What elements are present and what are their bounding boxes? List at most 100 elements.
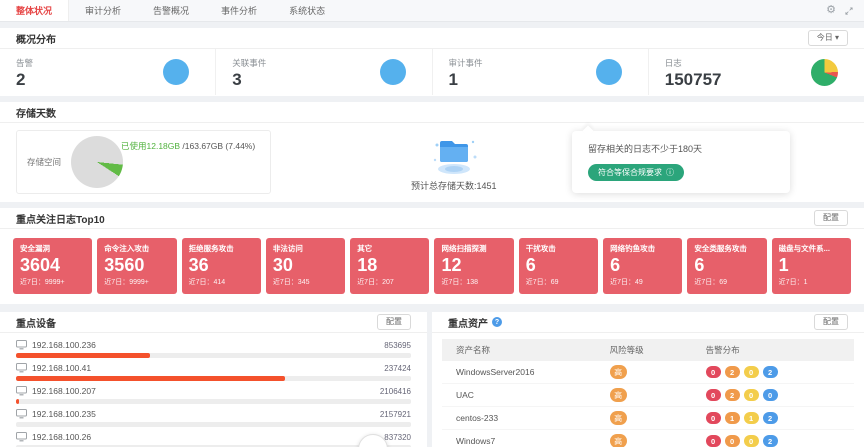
device-row[interactable]: 192.168.100.236 853695 <box>0 335 427 358</box>
top-logs-cards: 安全漏洞 3604 近7日：9999+ 命令注入攻击 3560 近7日：9999… <box>0 229 864 294</box>
badge-high: 2 <box>725 366 740 378</box>
storage-panel: 存储天数 存储空间 已使用12.18GB /163.67GB (7.44%) 预… <box>0 102 864 202</box>
header-risk-level: 风险等级 <box>610 344 706 356</box>
log-card-security-service[interactable]: 安全类服务攻击 6 近7日：69 <box>687 238 766 294</box>
asset-name: centos-233 <box>456 413 610 423</box>
device-count: 2106416 <box>380 387 411 396</box>
overview-title: 概况分布 <box>16 31 56 46</box>
assets-table-header: 资产名称 风险等级 告警分布 <box>442 339 854 361</box>
top-logs-title: 重点关注日志Top10 <box>16 211 105 226</box>
top-logs-config-button[interactable]: 配置 <box>814 210 848 226</box>
badge-medium: 0 <box>744 366 759 378</box>
period-select[interactable]: 今日 ▾ <box>808 30 848 46</box>
badge-medium: 0 <box>744 435 759 447</box>
asset-row[interactable]: Windows7 高 0 0 0 2 <box>442 430 854 447</box>
badge-low: 2 <box>763 412 778 424</box>
computer-icon <box>16 409 27 419</box>
stat-value: 3 <box>232 71 266 88</box>
assets-config-button[interactable]: 配置 <box>814 314 848 330</box>
device-row[interactable]: 192.168.100.207 2106416 <box>0 381 427 404</box>
log-card-disk-file[interactable]: 磁盘与文件系... 1 近7日：1 <box>772 238 851 294</box>
tabbar-icons: ⚙ <box>826 0 864 21</box>
folder-icon <box>428 133 480 177</box>
badge-critical: 0 <box>706 366 721 378</box>
log-card-security-vuln[interactable]: 安全漏洞 3604 近7日：9999+ <box>13 238 92 294</box>
fullscreen-icon[interactable] <box>844 6 854 16</box>
log-card-command-injection[interactable]: 命令注入攻击 3560 近7日：9999+ <box>97 238 176 294</box>
badge-high: 1 <box>725 412 740 424</box>
gear-icon[interactable]: ⚙ <box>826 5 836 16</box>
overview-panel: 概况分布 今日 ▾ 告警 2 关联事件 3 审计事件 1 <box>0 28 864 96</box>
log-card-dos-attack[interactable]: 拒绝服务攻击 36 近7日：414 <box>182 238 261 294</box>
computer-icon <box>16 386 27 396</box>
compliance-label: 符合等保合规要求 <box>598 167 662 178</box>
compliance-note-text: 留存相关的日志不少于180天 <box>588 142 774 155</box>
log-card-network-scan[interactable]: 网络扫描探测 12 近7日：138 <box>434 238 513 294</box>
computer-icon <box>16 363 27 373</box>
badge-medium: 0 <box>744 389 759 401</box>
device-count: 853695 <box>384 341 411 350</box>
device-row[interactable]: 192.168.100.235 2157921 <box>0 404 427 427</box>
badge-critical: 0 <box>706 412 721 424</box>
storage-title: 存储天数 <box>16 105 56 120</box>
tab-system-status[interactable]: 系统状态 <box>273 0 341 21</box>
storage-estimate-days: 预计总存储天数:1451 <box>411 179 497 192</box>
alert-distribution: 0 0 0 2 <box>706 435 840 447</box>
stat-label: 告警 <box>16 57 33 69</box>
stat-alerts[interactable]: 告警 2 <box>0 49 216 95</box>
device-ip: 192.168.100.235 <box>32 409 96 419</box>
log-card-phishing[interactable]: 网络钓鱼攻击 6 近7日：49 <box>603 238 682 294</box>
log-card-illegal-access[interactable]: 非法访问 30 近7日：345 <box>266 238 345 294</box>
top-logs-panel: 重点关注日志Top10 配置 安全漏洞 3604 近7日：9999+ 命令注入攻… <box>0 208 864 304</box>
device-ip: 192.168.100.26 <box>32 432 91 442</box>
asset-row[interactable]: centos-233 高 0 1 1 2 <box>442 407 854 430</box>
computer-icon <box>16 432 27 442</box>
log-card-interference[interactable]: 干扰攻击 6 近7日：69 <box>519 238 598 294</box>
stat-label: 日志 <box>665 57 722 69</box>
device-ip: 192.168.100.236 <box>32 340 96 350</box>
alert-distribution: 0 1 1 2 <box>706 412 840 424</box>
asset-name: UAC <box>456 390 610 400</box>
device-ip: 192.168.100.207 <box>32 386 96 396</box>
badge-low: 0 <box>763 389 778 401</box>
storage-pie-chart <box>71 136 123 188</box>
storage-usage-text: 已使用12.18GB /163.67GB (7.44%) <box>121 140 255 152</box>
tab-alert-overview[interactable]: 告警概况 <box>137 0 205 21</box>
device-ip: 192.168.100.41 <box>32 363 91 373</box>
help-icon[interactable]: ? <box>492 317 502 327</box>
device-count: 837320 <box>384 433 411 442</box>
asset-name: WindowsServer2016 <box>456 367 610 377</box>
tab-event-analysis[interactable]: 事件分析 <box>205 0 273 21</box>
risk-badge: 高 <box>610 434 627 447</box>
risk-badge: 高 <box>610 388 627 402</box>
badge-critical: 0 <box>706 435 721 447</box>
risk-badge: 高 <box>610 411 627 425</box>
log-card-other[interactable]: 其它 18 近7日：207 <box>350 238 429 294</box>
alerts-donut-icon <box>163 59 189 85</box>
events-donut-icon <box>380 59 406 85</box>
alert-distribution: 0 2 0 2 <box>706 366 840 378</box>
stat-value: 1 <box>449 71 483 88</box>
device-row[interactable]: 192.168.100.41 237424 <box>0 358 427 381</box>
compliance-badge-button[interactable]: 符合等保合规要求 ⓘ <box>588 164 684 181</box>
stat-logs[interactable]: 日志 150757 <box>649 49 864 95</box>
asset-row[interactable]: WindowsServer2016 高 0 2 0 2 <box>442 361 854 384</box>
devices-config-button[interactable]: 配置 <box>377 314 411 330</box>
devices-title: 重点设备 <box>16 315 56 330</box>
audit-donut-icon <box>596 59 622 85</box>
storage-space-label: 存储空间 <box>27 156 61 168</box>
storage-total-value: /163.67GB (7.44%) <box>180 141 255 151</box>
header-alert-distribution: 告警分布 <box>706 344 840 356</box>
devices-list: 192.168.100.236 853695 192.168.100.41 23… <box>0 333 427 447</box>
info-icon: ⓘ <box>666 169 674 177</box>
stat-audit-events[interactable]: 审计事件 1 <box>433 49 649 95</box>
device-count: 2157921 <box>380 410 411 419</box>
badge-low: 2 <box>763 435 778 447</box>
logs-pie-chart <box>811 59 838 86</box>
asset-row[interactable]: UAC 高 0 2 0 0 <box>442 384 854 407</box>
overview-stats: 告警 2 关联事件 3 审计事件 1 日志 150757 <box>0 49 864 95</box>
device-count: 237424 <box>384 364 411 373</box>
stat-correlated-events[interactable]: 关联事件 3 <box>216 49 432 95</box>
tab-overall-status[interactable]: 整体状况 <box>0 0 69 21</box>
tab-audit-analysis[interactable]: 审计分析 <box>69 0 137 21</box>
